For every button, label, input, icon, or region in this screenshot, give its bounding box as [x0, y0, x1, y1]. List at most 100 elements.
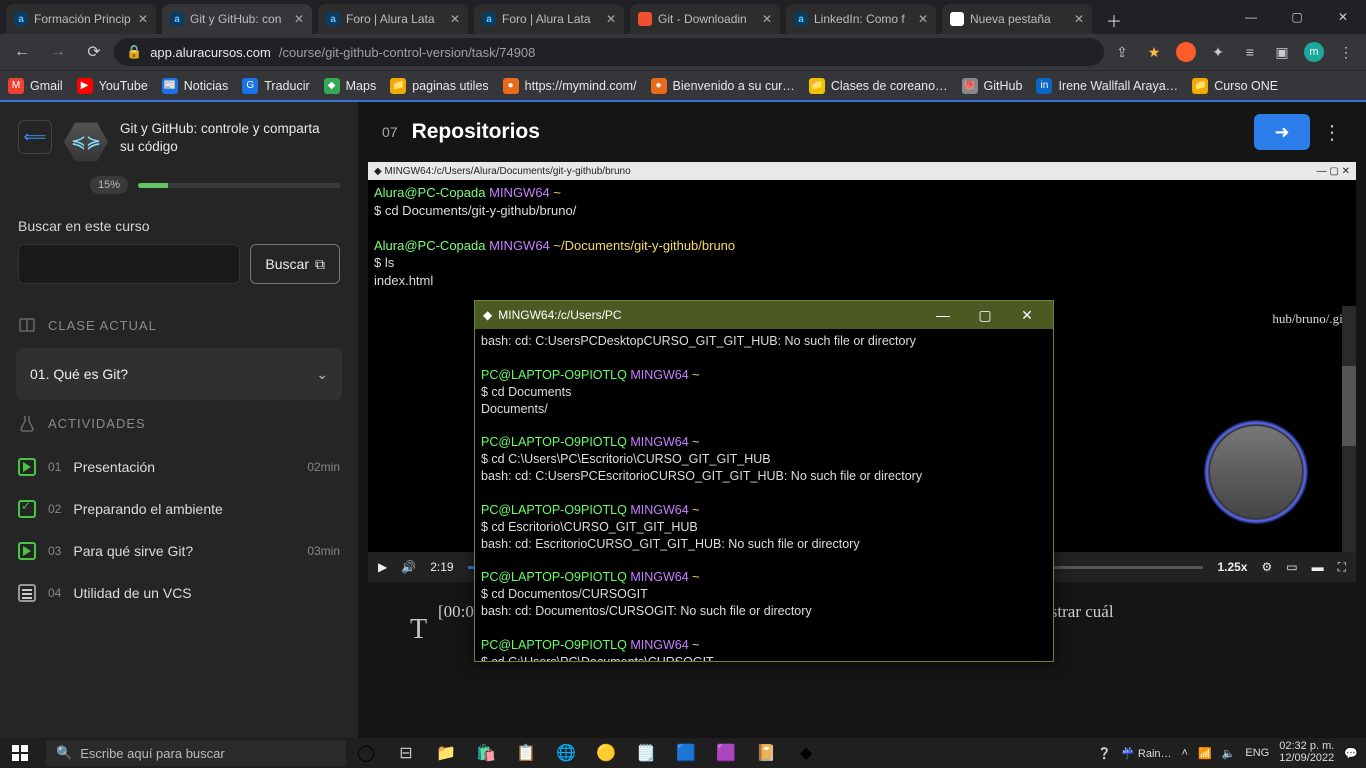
- lesson-header: 07 Repositorios ➜ ⋮: [358, 102, 1366, 162]
- pip-button[interactable]: ▭: [1286, 560, 1297, 574]
- taskbar-app-explorer[interactable]: 📁: [426, 738, 466, 768]
- browser-tab[interactable]: Nueva pestaña✕: [942, 4, 1092, 34]
- tray-weather[interactable]: ☔ Rain…: [1121, 747, 1171, 760]
- tab-close-icon[interactable]: ✕: [918, 12, 928, 26]
- back-button[interactable]: ←: [6, 36, 38, 68]
- browser-tab[interactable]: Git - Downloadin✕: [630, 4, 780, 34]
- course-title: Git y GitHub: controle y comparta su cód…: [120, 120, 320, 156]
- start-button[interactable]: [0, 738, 40, 768]
- taskbar-app-board[interactable]: 📋: [506, 738, 546, 768]
- taskbar-app-notepad[interactable]: 🗒️: [626, 738, 666, 768]
- tab-close-icon[interactable]: ✕: [606, 12, 616, 26]
- bookmark-item[interactable]: MGmail: [8, 78, 63, 94]
- bookmark-item[interactable]: 📁Curso ONE: [1192, 78, 1278, 94]
- playback-speed[interactable]: 1.25x: [1217, 560, 1247, 574]
- volume-button[interactable]: 🔊: [401, 560, 416, 574]
- video-scrollbar[interactable]: [1342, 306, 1356, 552]
- bookmark-item[interactable]: 🐙GitHub: [962, 78, 1023, 94]
- window-close-button[interactable]: ✕: [1320, 0, 1366, 34]
- browser-tab[interactable]: aLinkedIn: Como f✕: [786, 4, 936, 34]
- reader-button[interactable]: ≡: [1236, 38, 1264, 66]
- tray-help-icon[interactable]: ❔: [1097, 747, 1111, 760]
- tray-wifi-icon[interactable]: 📶: [1198, 747, 1212, 760]
- window-minimize-button[interactable]: —: [1228, 0, 1274, 34]
- taskbar-app-vscode[interactable]: 🟦: [666, 738, 706, 768]
- progress-bar: [138, 183, 340, 188]
- tray-language[interactable]: ENG: [1245, 747, 1269, 759]
- extensions-button[interactable]: ✦: [1204, 38, 1232, 66]
- bookmark-item[interactable]: 📁paginas utiles: [390, 78, 488, 94]
- profile-avatar[interactable]: m: [1300, 38, 1328, 66]
- taskbar-app-chrome[interactable]: 🟡: [586, 738, 626, 768]
- course-search-input[interactable]: [18, 244, 240, 284]
- mingw-title-text: MINGW64:/c/Users/PC: [498, 308, 621, 322]
- activity-item[interactable]: 03Para qué sirve Git?03min: [0, 530, 358, 572]
- mingw-window[interactable]: ◆ MINGW64:/c/Users/PC — ▢ ✕ bash: cd: C:…: [474, 300, 1054, 662]
- forward-button[interactable]: →: [42, 36, 74, 68]
- mingw-terminal-body[interactable]: bash: cd: C:UsersPCDesktopCURSO_GIT_GIT_…: [475, 329, 1053, 661]
- browser-tab[interactable]: aFormación Princip✕: [6, 4, 156, 34]
- system-tray: ❔ ☔ Rain… ˄ 📶 🔈 ENG 02:32 p. m. 12/09/20…: [1089, 741, 1366, 764]
- taskbar-search[interactable]: 🔍 Escribe aquí para buscar: [46, 740, 346, 766]
- taskbar-app-edge[interactable]: 🌐: [546, 738, 586, 768]
- taskbar-app-notes[interactable]: 📔: [746, 738, 786, 768]
- taskbar-app-mingw[interactable]: ◆: [786, 738, 826, 768]
- tray-clock[interactable]: 02:32 p. m. 12/09/2022: [1279, 741, 1334, 764]
- bookmark-item[interactable]: 📰Noticias: [162, 78, 228, 94]
- task-view-button[interactable]: ◯: [346, 738, 386, 768]
- mingw-maximize-button[interactable]: ▢: [967, 307, 1003, 324]
- mingw-titlebar[interactable]: ◆ MINGW64:/c/Users/PC — ▢ ✕: [475, 301, 1053, 329]
- mingw-close-button[interactable]: ✕: [1009, 307, 1045, 324]
- tab-close-icon[interactable]: ✕: [762, 12, 772, 26]
- activity-item[interactable]: 01Presentación02min: [0, 446, 358, 488]
- fullscreen-button[interactable]: ⛶: [1338, 560, 1346, 575]
- reload-button[interactable]: ⟳: [78, 36, 110, 68]
- activity-status-icon: [18, 584, 36, 602]
- video-side-output: hub/bruno/.git/: [1272, 310, 1350, 328]
- new-tab-button[interactable]: ＋: [1100, 6, 1128, 34]
- tray-volume-icon[interactable]: 🔈: [1222, 747, 1236, 760]
- activity-item[interactable]: 04Utilidad de un VCS: [0, 572, 358, 614]
- next-lesson-button[interactable]: ➜: [1254, 114, 1310, 150]
- bookmark-item[interactable]: ▶YouTube: [77, 78, 148, 94]
- play-button[interactable]: ▶: [378, 560, 387, 574]
- settings-gear-icon[interactable]: ⚙: [1261, 560, 1272, 574]
- chrome-menu-button[interactable]: ⋮: [1332, 38, 1360, 66]
- url-field[interactable]: 🔒 app.aluracursos.com/course/git-github-…: [114, 38, 1104, 66]
- lesson-title: Repositorios: [412, 120, 540, 144]
- taskbar-app-store[interactable]: 🛍️: [466, 738, 506, 768]
- course-search-button[interactable]: Buscar ⧉: [250, 244, 340, 284]
- bookmark-star-icon[interactable]: ★: [1140, 38, 1168, 66]
- activity-item[interactable]: 02Preparando el ambiente: [0, 488, 358, 530]
- tab-close-icon[interactable]: ✕: [1074, 12, 1084, 26]
- flask-icon: [18, 414, 36, 432]
- tray-chevron-up-icon[interactable]: ˄: [1182, 747, 1188, 759]
- tab-close-icon[interactable]: ✕: [450, 12, 460, 26]
- current-class-item[interactable]: 01. Qué es Git? ⌄: [16, 348, 342, 400]
- progress-percent: 15%: [90, 176, 128, 194]
- tray-notifications-icon[interactable]: 💬: [1344, 747, 1358, 760]
- tab-close-icon[interactable]: ✕: [138, 12, 148, 26]
- side-panel-button[interactable]: ▣: [1268, 38, 1296, 66]
- book-icon: [18, 316, 36, 334]
- lesson-menu-button[interactable]: ⋮: [1322, 120, 1342, 145]
- mingw-minimize-button[interactable]: —: [925, 307, 961, 323]
- share-button[interactable]: ⇪: [1108, 38, 1136, 66]
- bookmark-item[interactable]: GTraducir: [242, 78, 309, 94]
- browser-tab[interactable]: aForo | Alura Lata✕: [474, 4, 624, 34]
- window-maximize-button[interactable]: ▢: [1274, 0, 1320, 34]
- browser-tab[interactable]: aGit y GitHub: con✕: [162, 4, 312, 34]
- browser-tab[interactable]: aForo | Alura Lata✕: [318, 4, 468, 34]
- lock-icon: 🔒: [126, 44, 142, 60]
- sidebar-back-button[interactable]: ⟸: [18, 120, 52, 154]
- extension-pin[interactable]: [1172, 38, 1200, 66]
- taskbar-app-vs[interactable]: 🟪: [706, 738, 746, 768]
- bookmark-item[interactable]: 📁Clases de coreano…: [809, 78, 948, 94]
- tab-close-icon[interactable]: ✕: [294, 12, 304, 26]
- theater-button[interactable]: ▬: [1312, 560, 1324, 574]
- taskbar-app-gantt[interactable]: ⊟: [386, 738, 426, 768]
- bookmark-item[interactable]: ●Bienvenido a su cur…: [651, 78, 795, 94]
- bookmark-item[interactable]: ●https://mymind.com/: [503, 78, 637, 94]
- bookmark-item[interactable]: ◆Maps: [324, 78, 377, 94]
- bookmark-item[interactable]: inIrene Wallfall Araya…: [1036, 78, 1178, 94]
